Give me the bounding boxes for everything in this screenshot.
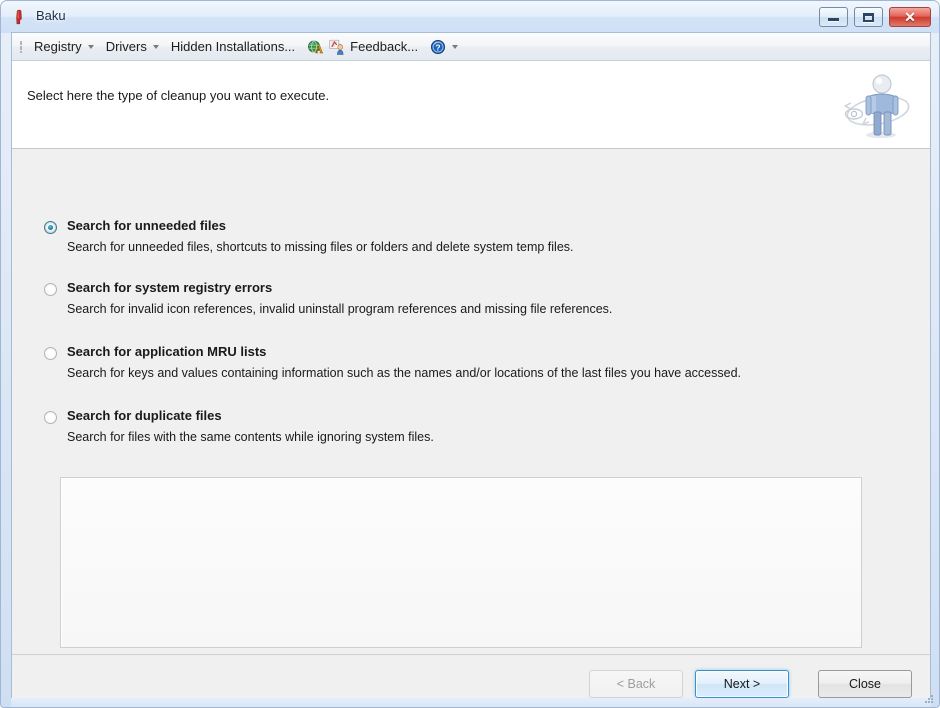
option-duplicate-files-description: Search for files with the same contents … — [67, 430, 434, 444]
radio-duplicate-files[interactable] — [44, 411, 57, 424]
wizard-header: Select here the type of cleanup you want… — [12, 61, 930, 149]
option-unneeded-files-title: Search for unneeded files — [67, 218, 226, 233]
option-duplicate-files-title: Search for duplicate files — [67, 408, 222, 423]
maximize-button[interactable] — [854, 7, 883, 27]
close-dialog-button[interactable]: Close — [818, 670, 912, 698]
chevron-down-icon — [87, 44, 94, 49]
toolbar-item-hidden-installations-label: Hidden Installations... — [170, 39, 296, 54]
client-area: Registry Drivers Hidden Installations...… — [11, 32, 931, 698]
svg-text:?: ? — [435, 42, 440, 52]
toolbar-grip-handle[interactable] — [17, 39, 25, 55]
application-window: Baku ✕ Registry Drivers Hidden Installat… — [0, 0, 940, 708]
dialog-footer: < Back Next > Close — [12, 654, 930, 698]
option-mru-lists-description: Search for keys and values containing in… — [67, 366, 741, 380]
results-list-panel[interactable] — [60, 477, 862, 648]
close-dialog-button-label: Close — [849, 677, 881, 691]
toolbar-item-feedback[interactable]: Feedback... — [326, 36, 424, 58]
toolbar: Registry Drivers Hidden Installations...… — [12, 33, 930, 61]
maximize-icon — [863, 12, 874, 22]
toolbar-item-language[interactable]: A — [301, 36, 326, 58]
toolbar-item-drivers-label: Drivers — [105, 39, 147, 54]
user-refresh-illustration — [844, 74, 910, 139]
toolbar-item-registry[interactable]: Registry — [28, 36, 100, 58]
option-unneeded-files-description: Search for unneeded files, shortcuts to … — [67, 240, 574, 254]
language-globe-icon: A — [308, 40, 323, 55]
back-button-label: < Back — [616, 677, 656, 691]
baku-app-icon — [16, 9, 22, 25]
help-question-icon: ? — [431, 39, 446, 54]
window-title: Baku — [36, 8, 66, 23]
toolbar-item-registry-label: Registry — [34, 39, 82, 54]
toolbar-item-hidden-installations[interactable]: Hidden Installations... — [165, 36, 301, 58]
feedback-person-icon — [329, 39, 344, 55]
options-body: Search for unneeded files Search for unn… — [12, 150, 930, 654]
svg-text:A: A — [316, 45, 323, 55]
option-registry-errors-title: Search for system registry errors — [67, 280, 273, 295]
radio-mru-lists[interactable] — [44, 347, 57, 360]
radio-unneeded-files[interactable] — [44, 221, 57, 234]
toolbar-item-feedback-label: Feedback... — [350, 39, 419, 54]
close-icon: ✕ — [904, 9, 916, 25]
window-bottom-strip — [11, 698, 931, 707]
option-mru-lists-title: Search for application MRU lists — [67, 344, 267, 359]
minimize-icon — [828, 18, 839, 21]
header-instruction: Select here the type of cleanup you want… — [27, 88, 330, 103]
next-button[interactable]: Next > — [695, 670, 789, 698]
next-button-label: Next > — [723, 677, 761, 691]
close-button[interactable]: ✕ — [889, 7, 931, 27]
radio-registry-errors[interactable] — [44, 283, 57, 296]
minimize-button[interactable] — [819, 7, 848, 27]
resize-grip[interactable] — [924, 694, 934, 704]
chevron-down-icon — [452, 44, 459, 49]
toolbar-item-drivers[interactable]: Drivers — [100, 36, 165, 58]
option-registry-errors-description: Search for invalid icon references, inva… — [67, 302, 613, 316]
chevron-down-icon — [152, 44, 159, 49]
title-bar[interactable]: Baku ✕ — [1, 1, 939, 32]
toolbar-item-help[interactable]: ? — [424, 36, 464, 58]
back-button[interactable]: < Back — [589, 670, 683, 698]
